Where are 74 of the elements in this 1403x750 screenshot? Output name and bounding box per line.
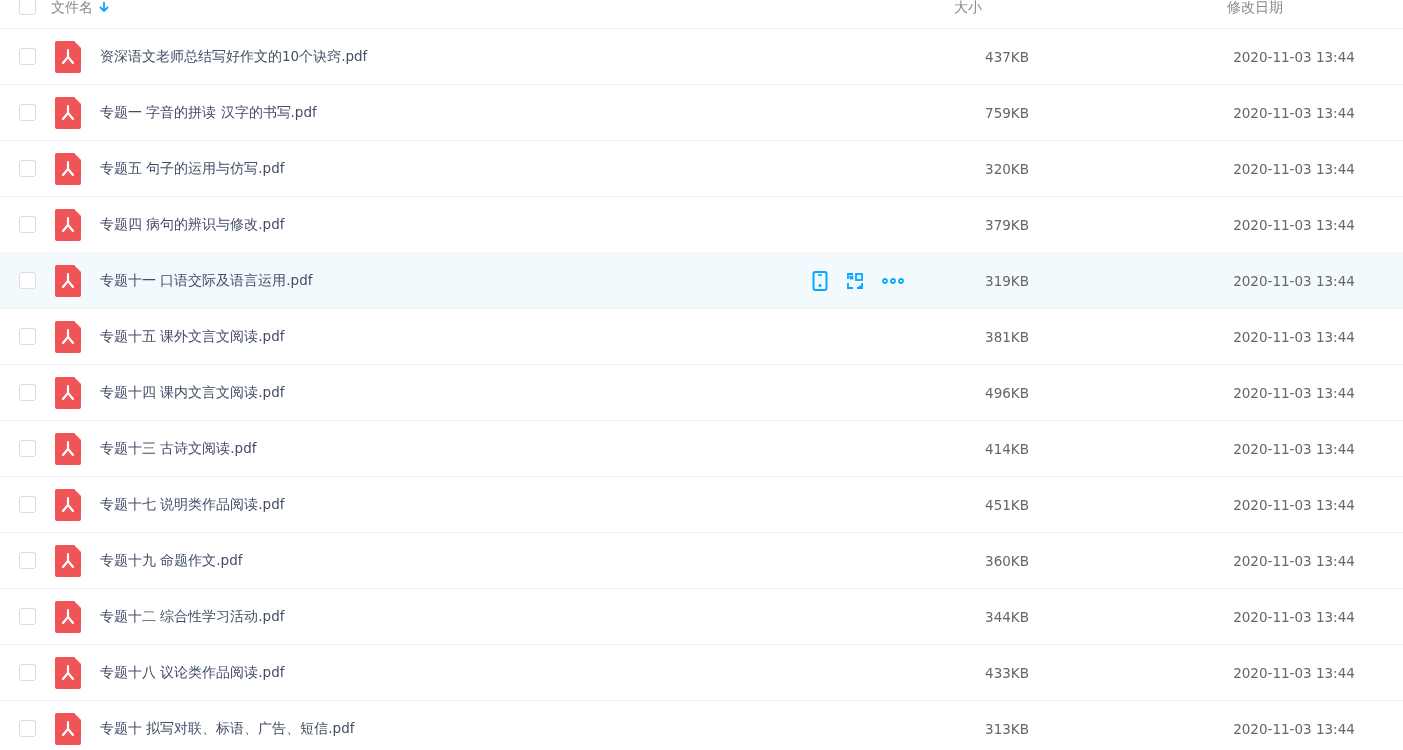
- checkbox[interactable]: [19, 608, 36, 625]
- checkbox[interactable]: [19, 0, 36, 15]
- pdf-file-icon: [55, 600, 81, 633]
- modified-date: 2020-11-03 13:44: [1232, 720, 1356, 737]
- file-size: 320KB: [984, 160, 1030, 177]
- file-size: 313KB: [984, 720, 1030, 737]
- pdf-file-icon: [55, 432, 81, 465]
- file-name[interactable]: 专题一 字音的拼读 汉字的书写.pdf: [100, 103, 800, 122]
- modified-date: 2020-11-03 13:44: [1232, 552, 1356, 569]
- file-name[interactable]: 专题四 病句的辨识与修改.pdf: [100, 215, 800, 234]
- column-header[interactable]: 修改日期: [1170, 0, 1340, 14]
- checkbox[interactable]: [19, 48, 36, 65]
- pdf-file-icon: [55, 712, 81, 745]
- file-size: 319KB: [984, 272, 1030, 289]
- sort-arrow-icon[interactable]: [99, 1, 109, 13]
- file-name[interactable]: 专题十七 说明类作品阅读.pdf: [100, 495, 800, 514]
- modified-date: 2020-11-03 13:44: [1232, 664, 1356, 681]
- file-name[interactable]: 专题十三 古诗文阅读.pdf: [100, 439, 800, 458]
- file-name[interactable]: 专题十五 课外文言文阅读.pdf: [100, 327, 800, 346]
- file-name[interactable]: 专题五 句子的运用与仿写.pdf: [100, 159, 800, 178]
- modified-date: 2020-11-03 13:44: [1232, 328, 1356, 345]
- checkbox[interactable]: [19, 384, 36, 401]
- file-name[interactable]: 专题十四 课内文言文阅读.pdf: [100, 383, 800, 402]
- file-size: 759KB: [984, 104, 1030, 121]
- file-size: 437KB: [984, 48, 1030, 65]
- modified-date: 2020-11-03 13:44: [1232, 104, 1356, 121]
- pdf-file-icon: [55, 264, 81, 297]
- pdf-file-icon: [55, 320, 81, 353]
- file-name[interactable]: 资深语文老师总结写好作文的10个诀窍.pdf: [100, 47, 800, 66]
- file-size: 451KB: [984, 496, 1030, 513]
- phone-icon[interactable]: [812, 270, 828, 291]
- checkbox[interactable]: [19, 664, 36, 681]
- modified-date: 2020-11-03 13:44: [1232, 496, 1356, 513]
- pdf-file-icon: [55, 656, 81, 689]
- file-size: 344KB: [984, 608, 1030, 625]
- modified-date: 2020-11-03 13:44: [1232, 384, 1356, 401]
- pdf-file-icon: [55, 152, 81, 185]
- modified-date: 2020-11-03 13:44: [1232, 48, 1356, 65]
- modified-date: 2020-11-03 13:44: [1232, 216, 1356, 233]
- file-size: 360KB: [984, 552, 1030, 569]
- more-icon[interactable]: [882, 277, 904, 284]
- file-row[interactable]: 专题十一 口语交际及语言运用.pdf 319KB 2020-11-03 13:44: [0, 253, 1403, 309]
- file-name[interactable]: 专题十二 综合性学习活动.pdf: [100, 607, 800, 626]
- pdf-file-icon: [55, 488, 81, 521]
- file-name[interactable]: 专题十八 议论类作品阅读.pdf: [100, 663, 800, 682]
- checkbox[interactable]: [19, 272, 36, 289]
- file-size: 379KB: [984, 216, 1030, 233]
- checkbox[interactable]: [19, 328, 36, 345]
- file-name[interactable]: 专题十 拟写对联、标语、广告、短信.pdf: [100, 719, 800, 738]
- checkbox[interactable]: [19, 552, 36, 569]
- checkbox[interactable]: [19, 496, 36, 513]
- modified-date: 2020-11-03 13:44: [1232, 272, 1356, 289]
- checkbox[interactable]: [19, 720, 36, 737]
- file-size: 496KB: [984, 384, 1030, 401]
- modified-date: 2020-11-03 13:44: [1232, 440, 1356, 457]
- column-header[interactable]: 文件名: [51, 0, 93, 14]
- checkbox[interactable]: [19, 104, 36, 121]
- file-size: 414KB: [984, 440, 1030, 457]
- checkbox[interactable]: [19, 440, 36, 457]
- file-size: 433KB: [984, 664, 1030, 681]
- column-header[interactable]: 大小: [898, 0, 1038, 14]
- pdf-file-icon: [55, 40, 81, 73]
- file-size: 381KB: [984, 328, 1030, 345]
- modified-date: 2020-11-03 13:44: [1232, 160, 1356, 177]
- pdf-file-icon: [55, 208, 81, 241]
- share-icon[interactable]: [846, 271, 864, 290]
- pdf-file-icon: [55, 96, 81, 129]
- pdf-file-icon: [55, 376, 81, 409]
- pdf-file-icon: [55, 544, 81, 577]
- checkbox[interactable]: [19, 216, 36, 233]
- checkbox[interactable]: [19, 160, 36, 177]
- file-name[interactable]: 专题十一 口语交际及语言运用.pdf: [100, 271, 800, 290]
- modified-date: 2020-11-03 13:44: [1232, 608, 1356, 625]
- file-name[interactable]: 专题十九 命题作文.pdf: [100, 551, 800, 570]
